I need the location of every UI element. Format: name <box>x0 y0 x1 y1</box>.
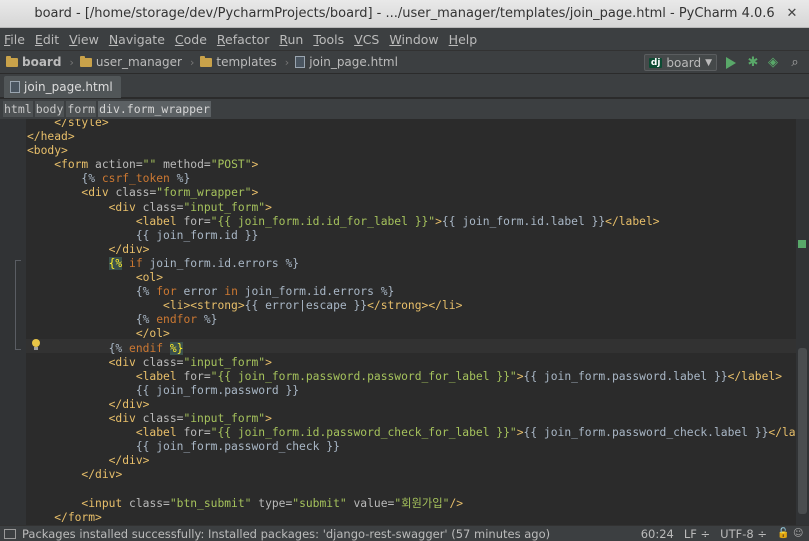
nav-crumb-label: user_manager <box>95 55 182 69</box>
html-file-icon <box>10 81 20 93</box>
tag-crumb-form[interactable]: form <box>66 101 97 117</box>
title-bar: board - [/home/storage/dev/PycharmProjec… <box>0 0 809 28</box>
nav-crumb-label: board <box>22 55 62 69</box>
menu-tools[interactable]: Tools <box>313 32 344 47</box>
menu-run[interactable]: Run <box>279 32 303 47</box>
code-line[interactable]: <ol> <box>27 271 809 285</box>
editor-tab-bar: join_page.html <box>0 74 809 98</box>
close-icon[interactable]: ✕ <box>783 5 801 23</box>
code-line[interactable]: {% endfor %} <box>27 313 809 327</box>
chevron-down-icon: ▼ <box>705 57 712 68</box>
navigation-bar: board › user_manager › templates › join_… <box>0 50 809 74</box>
folder-icon <box>79 55 92 67</box>
code-line[interactable]: </div> <box>27 398 809 412</box>
menu-file[interactable]: File <box>4 32 25 47</box>
status-message[interactable]: Packages installed successfully: Install… <box>22 527 641 541</box>
nav-crumb-file[interactable]: join_page.html <box>295 55 398 69</box>
nav-crumb-user-manager[interactable]: user_manager <box>79 55 182 69</box>
tab-join-page[interactable]: join_page.html <box>4 76 121 98</box>
code-line[interactable]: </div> <box>27 454 809 468</box>
file-encoding[interactable]: UTF-8 ÷ <box>720 527 767 541</box>
run-configuration-label: board <box>666 55 702 70</box>
code-line[interactable]: <label for="{{ join_form.id.password_che… <box>27 426 809 440</box>
code-line[interactable]: {% if join_form.id.errors %} <box>27 256 809 271</box>
code-line[interactable]: </style> <box>27 119 809 130</box>
code-line[interactable]: <label for="{{ join_form.id.id_for_label… <box>27 215 809 229</box>
code-line[interactable]: {% endif %} <box>27 341 809 356</box>
run-icon[interactable] <box>723 55 739 71</box>
code-line[interactable]: <body> <box>27 144 809 158</box>
search-icon[interactable]: ⌕ <box>787 55 803 71</box>
scrollbar-thumb[interactable] <box>798 348 807 514</box>
chevron-right-icon: › <box>69 55 74 69</box>
code-line[interactable]: </head> <box>27 130 809 144</box>
menu-view[interactable]: View <box>69 32 99 47</box>
menu-refactor[interactable]: Refactor <box>217 32 269 47</box>
nav-crumb-label: join_page.html <box>309 55 398 69</box>
run-configuration-select[interactable]: dj board ▼ <box>643 54 717 71</box>
caret-position[interactable]: 60:24 <box>641 527 674 541</box>
code-line[interactable]: <div class="input_form"> <box>27 356 809 370</box>
code-line[interactable]: {{ join_form.id }} <box>27 229 809 243</box>
html-file-icon <box>295 56 306 68</box>
folder-icon <box>200 55 213 67</box>
code-line[interactable]: {% for error in join_form.id.errors %} <box>27 285 809 299</box>
tool-windows-icon[interactable] <box>4 528 16 539</box>
code-editor[interactable]: </style> </head> <body> <form action="" me… <box>0 119 809 525</box>
code-line[interactable]: <input class="btn_submit" type="submit" … <box>27 497 809 511</box>
coverage-icon[interactable]: ◈ <box>765 55 781 71</box>
nav-crumb-label: templates <box>216 55 277 69</box>
window-title: board - [/home/storage/dev/PycharmProjec… <box>34 6 775 21</box>
code-line[interactable]: </div> <box>27 468 809 482</box>
tag-crumb-html[interactable]: html <box>3 101 33 117</box>
menu-edit[interactable]: Edit <box>35 32 59 47</box>
chevron-right-icon: › <box>189 55 195 69</box>
code-line[interactable]: </ol> <box>27 327 809 341</box>
tag-crumb-body[interactable]: body <box>34 101 65 117</box>
nav-crumb-templates[interactable]: templates <box>200 55 277 69</box>
code-line[interactable] <box>27 482 809 496</box>
inspection-status-icon[interactable] <box>798 240 806 248</box>
code-line[interactable]: <label for="{{ join_form.password.passwo… <box>27 370 809 384</box>
folder-icon <box>6 55 18 67</box>
inspector-icon[interactable]: ☺ <box>793 528 803 539</box>
menu-navigate[interactable]: Navigate <box>109 32 165 47</box>
status-bar: Packages installed successfully: Install… <box>0 525 809 541</box>
code-line[interactable]: {% csrf_token %} <box>27 172 809 186</box>
django-icon: dj <box>648 57 663 68</box>
code-line[interactable]: {{ join_form.password_check }} <box>27 440 809 454</box>
line-separator[interactable]: LF ÷ <box>684 527 710 541</box>
tag-breadcrumb: html body form div.form_wrapper <box>0 99 809 119</box>
code-line[interactable]: <li><strong>{{ error|escape }}</strong><… <box>27 299 809 313</box>
code-line[interactable]: </form> <box>27 511 809 525</box>
tag-crumb-div[interactable]: div.form_wrapper <box>98 101 211 117</box>
debug-icon[interactable]: ✱ <box>745 55 761 71</box>
menu-code[interactable]: Code <box>175 32 207 47</box>
menu-vcs[interactable]: VCS <box>354 32 379 47</box>
fold-bracket <box>15 260 21 350</box>
code-line[interactable]: </div> <box>27 243 809 257</box>
code-content[interactable]: </style> </head> <body> <form action="" me… <box>27 119 809 525</box>
menu-window[interactable]: Window <box>389 32 438 47</box>
editor-gutter[interactable] <box>0 119 26 525</box>
code-line[interactable]: {{ join_form.password }} <box>27 384 809 398</box>
lock-icon[interactable]: 🔓 <box>777 528 789 539</box>
chevron-right-icon: › <box>284 55 290 69</box>
tab-label: join_page.html <box>24 80 113 94</box>
code-line[interactable]: <div class="form_wrapper"> <box>27 186 809 200</box>
menu-bar: File Edit View Navigate Code Refactor Run Tools… <box>0 28 809 50</box>
code-line[interactable]: <div class="input_form"> <box>27 412 809 426</box>
code-line[interactable]: <form action="" method="POST"> <box>27 158 809 172</box>
nav-crumb-project[interactable]: board <box>6 55 61 69</box>
menu-help[interactable]: Help <box>449 32 478 47</box>
code-line[interactable]: <div class="input_form"> <box>27 201 809 215</box>
